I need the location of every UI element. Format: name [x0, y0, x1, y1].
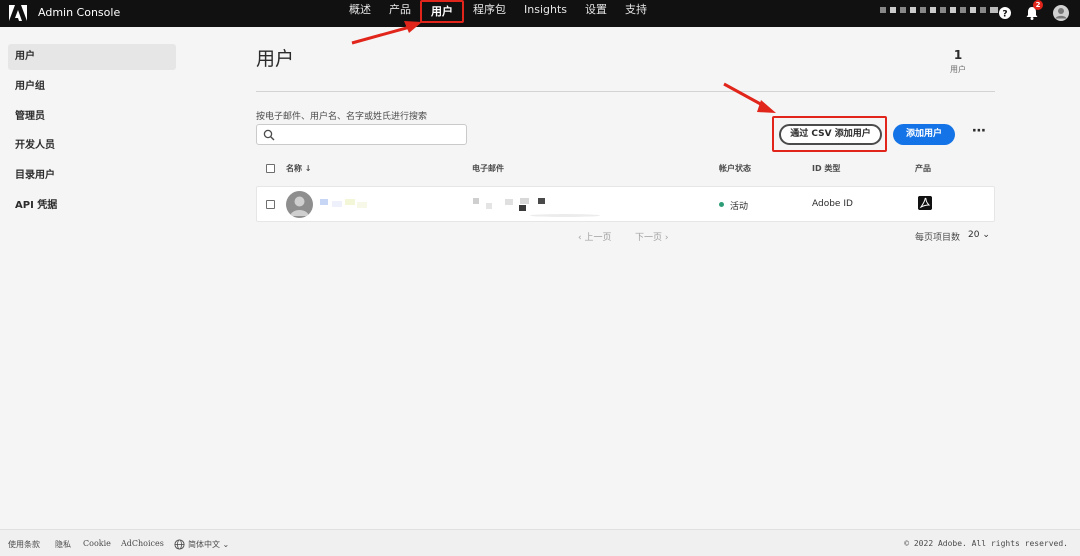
globe-icon [174, 539, 185, 550]
add-users-via-csv-button[interactable]: 通过 CSV 添加用户 [779, 124, 882, 145]
column-header-id-type: ID 类型 [812, 164, 841, 173]
column-header-email: 电子邮件 [472, 164, 504, 173]
column-header-products: 产品 [915, 164, 931, 173]
items-per-page-label: 每页项目数 [915, 233, 961, 243]
copyright-text: © 2022 Adobe. All rights reserved. [904, 539, 1068, 548]
items-per-page-select[interactable]: 20 ⌄ [968, 230, 990, 240]
main-nav: 概述 产品 用户 程序包 Insights 设置 支持 [340, 0, 656, 27]
footer-cookie-link[interactable]: Cookie [83, 539, 111, 548]
sidebar-item-users[interactable]: 用户 [8, 44, 176, 70]
page-title: 用户 [256, 48, 295, 70]
sidebar-item-api-credentials[interactable]: API 凭据 [8, 193, 176, 219]
select-all-checkbox[interactable] [266, 164, 275, 173]
column-header-status: 帐户状态 [719, 164, 751, 173]
sidebar: 用户 用户组 管理员 开发人员 目录用户 API 凭据 [0, 27, 185, 527]
add-user-button[interactable]: 添加用户 [893, 124, 955, 145]
footer-terms-link[interactable]: 使用条款 [8, 539, 40, 550]
notification-badge: 2 [1033, 0, 1043, 10]
footer-privacy-link[interactable]: 隐私 [55, 539, 71, 550]
user-count: 1 用户 [935, 48, 981, 75]
adobe-logo-icon[interactable] [8, 3, 28, 23]
row-checkbox[interactable] [266, 200, 275, 209]
search-icon [263, 129, 275, 141]
status-text: 活动 [730, 202, 749, 212]
more-options-icon[interactable]: ⋯ [970, 124, 988, 144]
header-divider [256, 91, 995, 92]
svg-text:?: ? [1002, 10, 1007, 20]
org-switcher[interactable] [880, 7, 998, 13]
acrobat-pdf-icon [918, 196, 932, 210]
sidebar-item-admins[interactable]: 管理员 [8, 104, 176, 130]
nav-overview[interactable]: 概述 [340, 0, 380, 27]
id-type-text: Adobe ID [812, 199, 853, 209]
nav-users[interactable]: 用户 [420, 0, 464, 23]
arrow-to-csv-button [723, 82, 776, 113]
search-field[interactable] [256, 124, 467, 145]
sidebar-item-developers[interactable]: 开发人员 [8, 133, 176, 159]
sidebar-item-directory-users[interactable]: 目录用户 [8, 163, 176, 189]
status-active-dot [719, 202, 724, 207]
nav-support[interactable]: 支持 [616, 0, 656, 27]
nav-products[interactable]: 产品 [380, 0, 420, 27]
footer-adchoices-link[interactable]: AdChoices [121, 539, 164, 548]
nav-packages[interactable]: 程序包 [464, 0, 515, 27]
footer: 使用条款 隐私 Cookie AdChoices 简体中文 ⌄ © 2022 A… [0, 529, 1080, 556]
nav-settings[interactable]: 设置 [576, 0, 616, 27]
language-selector[interactable]: 简体中文 ⌄ [188, 539, 229, 550]
help-icon[interactable]: ? [996, 4, 1014, 22]
user-count-value: 1 [953, 48, 963, 62]
user-count-label: 用户 [950, 65, 966, 74]
sidebar-item-user-groups[interactable]: 用户组 [8, 74, 176, 100]
next-page-button[interactable]: 下一页 › [635, 230, 668, 243]
top-bar: Admin Console 概述 产品 用户 程序包 Insights 设置 支… [0, 0, 1080, 27]
search-input[interactable] [281, 126, 461, 143]
column-header-name[interactable]: 名称 ↓ [286, 163, 312, 174]
avatar [286, 191, 313, 218]
user-avatar-icon[interactable] [1052, 4, 1070, 22]
app-title[interactable]: Admin Console [38, 4, 120, 22]
nav-insights[interactable]: Insights [515, 0, 576, 27]
previous-page-button[interactable]: ‹ 上一页 [578, 230, 611, 243]
search-label: 按电子邮件、用户名、名字或姓氏进行搜索 [256, 112, 428, 122]
